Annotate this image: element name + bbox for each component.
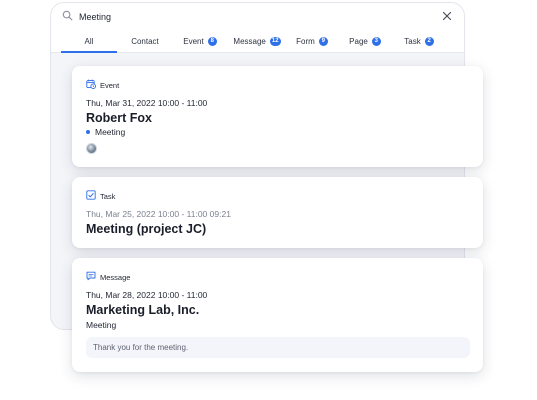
result-card-event[interactable]: Event Thu, Mar 31, 2022 10:00 - 11:00 Ro… xyxy=(72,66,483,167)
result-type-label: Event xyxy=(100,80,120,90)
search-icon xyxy=(62,8,79,26)
event-date: Thu, Mar 31, 2022 10:00 - 11:00 xyxy=(86,98,208,108)
tab-label: Task xyxy=(404,36,421,46)
event-status-label: Meeting xyxy=(95,127,126,137)
checkbox-checked-icon xyxy=(86,190,100,202)
calendar-clock-icon xyxy=(86,79,100,91)
tab-event[interactable]: Event 8 xyxy=(173,30,227,52)
tab-count-badge: 2 xyxy=(424,36,434,46)
event-title: Robert Fox xyxy=(86,111,152,125)
tab-count-badge: 12 xyxy=(269,36,281,46)
stage: All Contact Event8 Message12 Form9 Page3… xyxy=(0,0,537,400)
tab-label: Message xyxy=(233,36,266,46)
task-title: Meeting (project JC) xyxy=(86,222,207,236)
tab-page[interactable]: Page 3 xyxy=(337,30,393,52)
search-input[interactable] xyxy=(79,11,442,22)
result-card-task[interactable]: Task Thu, Mar 25, 2022 10:00 - 11:00 09:… xyxy=(72,177,483,248)
tab-label: All xyxy=(84,36,94,46)
tab-contact[interactable]: Contact xyxy=(117,30,173,52)
tab-message[interactable]: Message 12 xyxy=(227,30,287,52)
close-icon[interactable] xyxy=(442,8,452,26)
tab-label: Page xyxy=(349,36,368,46)
result-card-message[interactable]: Message Thu, Mar 28, 2022 10:00 - 11:00 … xyxy=(72,258,483,372)
message-title: Marketing Lab, Inc. xyxy=(86,303,200,317)
result-type: Message xyxy=(86,271,130,283)
result-type-label: Message xyxy=(100,272,131,282)
event-status: Meeting xyxy=(86,127,125,137)
task-date: Thu, Mar 25, 2022 10:00 - 11:00 09:21 xyxy=(86,209,231,219)
result-type: Task xyxy=(86,190,115,202)
tab-all[interactable]: All xyxy=(61,30,117,53)
tab-label: Form xyxy=(296,36,315,46)
chat-bubble-icon xyxy=(86,271,100,283)
tab-label: Contact xyxy=(131,36,159,46)
tab-count-badge: 3 xyxy=(371,36,381,46)
result-type: Event xyxy=(86,79,119,91)
message-preview: Thank you for the meeting. xyxy=(86,337,470,358)
status-dot xyxy=(86,130,90,134)
tab-count-badge: 8 xyxy=(207,36,217,46)
filter-tabs: All Contact Event 8 Message 12 Form 9 Page 3… xyxy=(51,30,464,53)
message-date: Thu, Mar 28, 2022 10:00 - 11:00 xyxy=(86,290,208,300)
result-type-label: Task xyxy=(100,191,116,201)
avatar xyxy=(86,143,97,154)
search-bar xyxy=(51,3,464,30)
tab-count-badge: 9 xyxy=(318,36,328,46)
tab-form[interactable]: Form 9 xyxy=(287,30,337,52)
message-subtitle: Meeting xyxy=(86,320,117,330)
tab-task[interactable]: Task 2 xyxy=(393,30,445,52)
tab-label: Event xyxy=(183,36,204,46)
